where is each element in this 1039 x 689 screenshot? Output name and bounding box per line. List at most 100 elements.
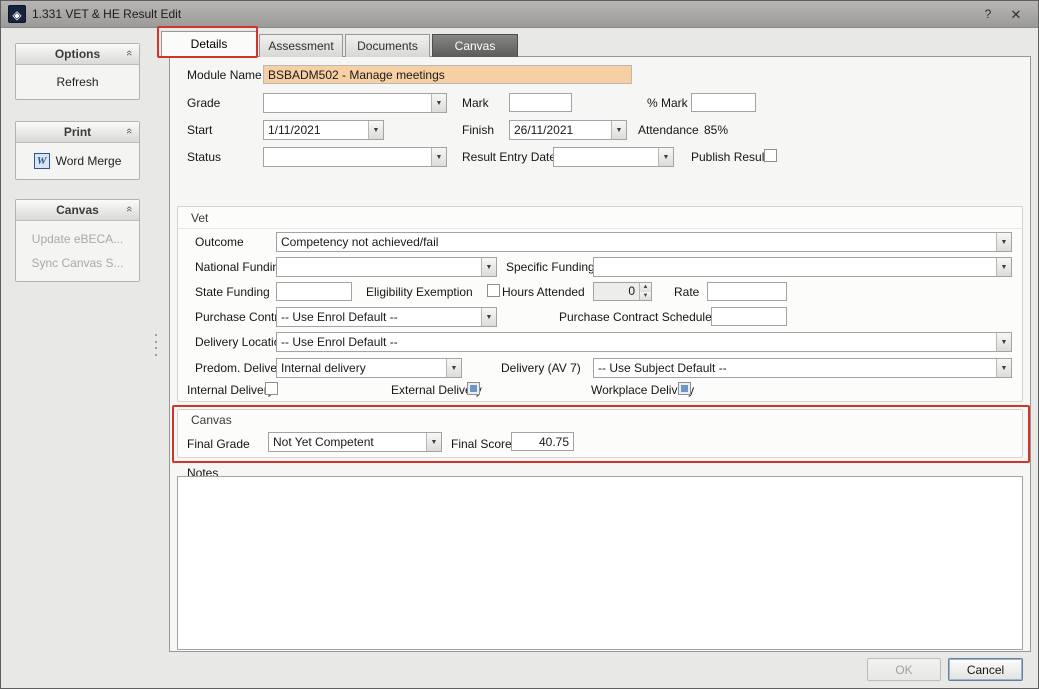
vet-group-separator: [178, 228, 1022, 229]
outcome-value: Competency not achieved/fail: [277, 233, 996, 251]
update-ebecas-button[interactable]: Update eBECA...: [16, 227, 139, 251]
mark-field[interactable]: [509, 93, 572, 112]
tab-details[interactable]: Details: [161, 31, 257, 57]
pct-mark-label: % Mark: [647, 96, 688, 110]
purchase-contract-value: -- Use Enrol Default --: [277, 308, 481, 326]
purchase-contract-schedule-field[interactable]: [711, 307, 787, 326]
word-merge-button[interactable]: W Word Merge: [16, 149, 139, 173]
print-panel-header[interactable]: Print «: [16, 122, 139, 143]
outcome-select[interactable]: Competency not achieved/fail ▼: [276, 232, 1012, 252]
external-delivery-checkbox[interactable]: [467, 382, 480, 395]
print-panel: Print « W Word Merge: [15, 121, 140, 180]
canvas-panel-title: Canvas: [56, 203, 99, 217]
rate-field[interactable]: [707, 282, 787, 301]
start-date-picker[interactable]: 1/11/2021 ▼: [263, 120, 384, 140]
rate-label: Rate: [674, 285, 699, 299]
predom-delivery-label: Predom. Delivery: [195, 361, 287, 375]
eligibility-exemption-checkbox[interactable]: [487, 284, 500, 297]
grade-label: Grade: [187, 96, 220, 110]
canvas-panel: Canvas « Update eBECA... Sync Canvas S..…: [15, 199, 140, 282]
specific-funding-select[interactable]: ▼: [593, 257, 1012, 277]
chevron-down-icon[interactable]: ▼: [996, 233, 1011, 251]
status-select[interactable]: ▼: [263, 147, 447, 167]
final-grade-select[interactable]: Not Yet Competent ▼: [268, 432, 442, 452]
finish-date-picker[interactable]: 26/11/2021 ▼: [509, 120, 627, 140]
workplace-delivery-checkbox[interactable]: [678, 382, 691, 395]
title-bar: ◈ 1.331 VET & HE Result Edit ? ✕: [1, 1, 1038, 28]
chevron-down-icon[interactable]: ▼: [611, 121, 626, 139]
options-panel: Options « Refresh: [15, 43, 140, 100]
tab-canvas[interactable]: Canvas: [432, 34, 518, 57]
internal-delivery-checkbox[interactable]: [265, 382, 278, 395]
dialog-window: ◈ 1.331 VET & HE Result Edit ? ✕ Options…: [0, 0, 1039, 689]
sidebar-splitter-handle[interactable]: [153, 332, 159, 358]
final-grade-value: Not Yet Competent: [269, 433, 426, 451]
options-panel-header[interactable]: Options «: [16, 44, 139, 65]
sync-canvas-button[interactable]: Sync Canvas S...: [16, 251, 139, 275]
predom-delivery-select[interactable]: Internal delivery ▼: [276, 358, 462, 378]
final-score-field[interactable]: 40.75: [511, 432, 574, 451]
tab-documents[interactable]: Documents: [345, 34, 430, 57]
collapse-chevron-icon: «: [123, 50, 135, 56]
status-label: Status: [187, 150, 221, 164]
purchase-contract-schedule-label: Purchase Contract Schedule: [559, 310, 712, 324]
national-funding-label: National Funding: [195, 260, 286, 274]
collapse-chevron-icon: «: [123, 128, 135, 134]
chevron-down-icon[interactable]: ▼: [446, 359, 461, 377]
outcome-label: Outcome: [195, 235, 244, 249]
chevron-down-icon[interactable]: ▼: [431, 94, 446, 112]
cancel-button[interactable]: Cancel: [948, 658, 1023, 681]
hours-attended-value: 0: [594, 283, 639, 300]
refresh-button[interactable]: Refresh: [16, 70, 139, 94]
delivery-location-label: Delivery Location: [195, 335, 287, 349]
word-icon: W: [34, 153, 50, 169]
hours-attended-stepper[interactable]: 0 ▲▼: [593, 282, 652, 301]
chevron-down-icon[interactable]: ▼: [431, 148, 446, 166]
predom-delivery-value: Internal delivery: [277, 359, 446, 377]
finish-label: Finish: [462, 123, 494, 137]
chevron-down-icon[interactable]: ▼: [481, 308, 496, 326]
ok-button[interactable]: OK: [867, 658, 941, 681]
spinner-arrows-icon[interactable]: ▲▼: [639, 283, 651, 300]
specific-funding-label: Specific Funding: [506, 260, 595, 274]
result-entry-date-picker[interactable]: ▼: [553, 147, 674, 167]
close-button[interactable]: ✕: [1006, 5, 1026, 24]
delivery-location-select[interactable]: -- Use Enrol Default -- ▼: [276, 332, 1012, 352]
vet-group-title: Vet: [191, 211, 208, 225]
chevron-down-icon[interactable]: ▼: [996, 359, 1011, 377]
print-panel-body: W Word Merge: [16, 143, 139, 179]
delivery-av7-label: Delivery (AV 7): [501, 361, 581, 375]
delivery-av7-select[interactable]: -- Use Subject Default -- ▼: [593, 358, 1012, 378]
tab-assessment[interactable]: Assessment: [259, 34, 343, 57]
chevron-down-icon[interactable]: ▼: [996, 333, 1011, 351]
module-name-value: BSBADM502 - Manage meetings: [268, 68, 445, 82]
grade-select[interactable]: ▼: [263, 93, 447, 113]
canvas-panel-header[interactable]: Canvas «: [16, 200, 139, 221]
delivery-location-value: -- Use Enrol Default --: [277, 333, 996, 351]
internal-delivery-label: Internal Delivery: [187, 383, 274, 397]
state-funding-field[interactable]: [276, 282, 352, 301]
canvas-panel-body: Update eBECA... Sync Canvas S...: [16, 221, 139, 281]
hours-attended-label: Hours Attended: [502, 285, 585, 299]
module-name-label: Module Name: [187, 68, 262, 82]
delivery-av7-value: -- Use Subject Default --: [594, 359, 996, 377]
state-funding-label: State Funding: [195, 285, 270, 299]
national-funding-select[interactable]: ▼: [276, 257, 497, 277]
collapse-chevron-icon: «: [123, 206, 135, 212]
help-button[interactable]: ?: [978, 5, 998, 24]
chevron-down-icon[interactable]: ▼: [996, 258, 1011, 276]
word-merge-label: Word Merge: [56, 154, 122, 168]
chevron-down-icon[interactable]: ▼: [368, 121, 383, 139]
publish-result-label: Publish Result: [691, 150, 768, 164]
chevron-down-icon[interactable]: ▼: [658, 148, 673, 166]
module-name-field[interactable]: BSBADM502 - Manage meetings: [263, 65, 632, 84]
app-logo-icon: ◈: [8, 5, 26, 23]
publish-result-checkbox[interactable]: [764, 149, 777, 162]
result-entry-date-label: Result Entry Date: [462, 150, 556, 164]
purchase-contract-select[interactable]: -- Use Enrol Default -- ▼: [276, 307, 497, 327]
options-panel-body: Refresh: [16, 65, 139, 99]
pct-mark-field[interactable]: [691, 93, 756, 112]
chevron-down-icon[interactable]: ▼: [426, 433, 441, 451]
notes-textarea[interactable]: [177, 476, 1023, 650]
chevron-down-icon[interactable]: ▼: [481, 258, 496, 276]
